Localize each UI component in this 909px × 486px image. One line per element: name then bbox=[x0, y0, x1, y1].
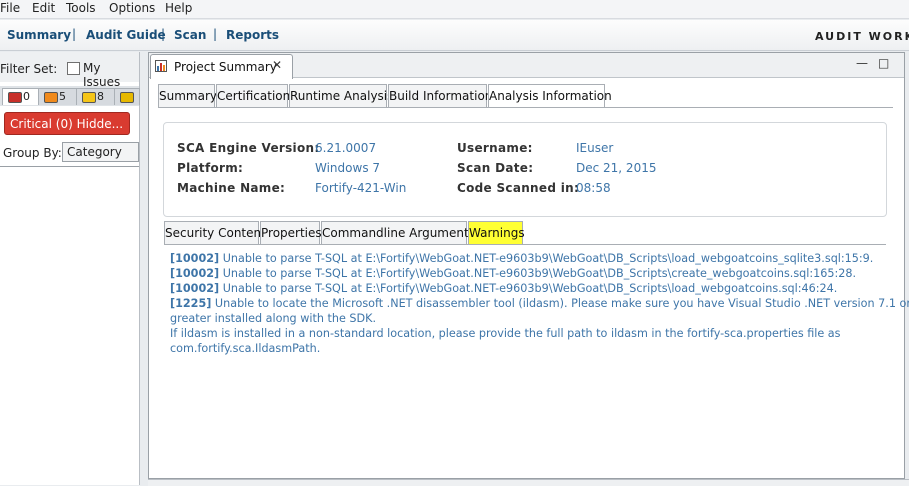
warning-text: Unable to locate the Microsoft .NET disa… bbox=[211, 297, 909, 310]
menu-tools[interactable]: Tools bbox=[66, 1, 96, 15]
warning-continuation: If ildasm is installed in a non-standard… bbox=[170, 327, 841, 340]
filter-row: Filter Set: My Issues bbox=[0, 52, 139, 89]
project-summary-tab[interactable]: Project Summary ✕ bbox=[150, 54, 293, 79]
my-issues-checkbox[interactable] bbox=[67, 62, 80, 75]
warning-line: [10002] Unable to parse T-SQL at E:\Fort… bbox=[170, 266, 890, 281]
nav-scan[interactable]: Scan bbox=[174, 28, 206, 42]
menu-bar: File Edit Tools Options Help bbox=[0, 0, 909, 19]
username-label: Username: bbox=[457, 141, 533, 155]
nav-reports[interactable]: Reports bbox=[226, 28, 279, 42]
code-scanned-value: 08:58 bbox=[576, 181, 611, 195]
tab-commandline-arguments[interactable]: Commandline Arguments bbox=[321, 221, 475, 244]
menu-edit[interactable]: Edit bbox=[32, 1, 55, 15]
minimize-icon[interactable]: — bbox=[856, 56, 868, 70]
severity-count: 8 bbox=[97, 90, 104, 103]
warning-continuation: com.fortify.sca.IldasmPath. bbox=[170, 342, 321, 355]
scan-date-value: Dec 21, 2015 bbox=[576, 161, 657, 175]
tab-certification[interactable]: Certification bbox=[216, 84, 290, 107]
severity-tab-low[interactable] bbox=[114, 88, 140, 105]
machine-name-label: Machine Name: bbox=[177, 181, 286, 195]
divider bbox=[0, 166, 139, 167]
view-tab-bar: Project Summary ✕ — □ bbox=[149, 53, 904, 79]
sca-engine-version-value: 6.21.0007 bbox=[315, 141, 377, 155]
severity-count: 5 bbox=[59, 90, 66, 103]
critical-filter-button[interactable]: Critical (0) Hidde... bbox=[4, 112, 130, 135]
warning-line: [10002] Unable to parse T-SQL at E:\Fort… bbox=[170, 281, 890, 296]
warning-code: [10002] bbox=[170, 267, 220, 280]
tab-analysis-information[interactable]: Analysis Information bbox=[488, 84, 612, 108]
nav-separator: | bbox=[72, 27, 77, 41]
summary-tabs: Summary Certification Runtime Analysis B… bbox=[158, 84, 898, 108]
brand-title: AUDIT WORK bbox=[815, 30, 909, 43]
menu-help[interactable]: Help bbox=[165, 1, 192, 15]
tab-summary[interactable]: Summary bbox=[158, 84, 217, 107]
severity-tabs: 0 5 8 bbox=[0, 86, 140, 106]
filter-set-label: Filter Set: bbox=[0, 62, 58, 76]
severity-tab-medium[interactable]: 8 bbox=[76, 88, 115, 105]
warnings-list: [10002] Unable to parse T-SQL at E:\Fort… bbox=[170, 251, 909, 356]
platform-value: Windows 7 bbox=[315, 161, 381, 175]
critical-severity-icon bbox=[8, 92, 22, 103]
view-title: Project Summary bbox=[174, 60, 277, 74]
severity-count: 0 bbox=[23, 90, 30, 103]
nav-summary[interactable]: Summary bbox=[7, 28, 71, 42]
scan-date-label: Scan Date: bbox=[457, 161, 534, 175]
project-summary-icon bbox=[155, 60, 167, 72]
tab-warnings[interactable]: Warnings bbox=[468, 221, 525, 245]
severity-tab-critical[interactable]: 0 bbox=[2, 88, 39, 105]
warning-text: Unable to parse T-SQL at E:\Fortify\WebG… bbox=[219, 252, 874, 265]
perspective-nav-bar: Summary | Audit Guide | Scan | Reports A… bbox=[0, 20, 909, 51]
high-severity-icon bbox=[44, 92, 58, 103]
warning-code: [10002] bbox=[170, 252, 220, 265]
sub-tab-underline bbox=[164, 244, 886, 245]
medium-severity-icon bbox=[82, 92, 96, 103]
maximize-icon[interactable]: □ bbox=[878, 56, 889, 70]
warning-continuation: greater installed along with the SDK. bbox=[170, 312, 377, 325]
tab-build-information[interactable]: Build Information bbox=[388, 84, 492, 107]
issues-panel: Filter Set: My Issues 0 5 8 Critical (0)… bbox=[0, 52, 140, 485]
analysis-info-box: SCA Engine Version: 6.21.0007 Platform: … bbox=[163, 122, 887, 217]
nav-separator: | bbox=[213, 27, 218, 41]
tab-underline bbox=[158, 107, 893, 108]
nav-audit-guide[interactable]: Audit Guide bbox=[86, 28, 166, 42]
code-scanned-label: Code Scanned in: bbox=[457, 181, 580, 195]
group-by-label: Group By: bbox=[3, 146, 62, 160]
tab-runtime-analysis[interactable]: Runtime Analysis bbox=[289, 84, 393, 107]
warning-text: Unable to parse T-SQL at E:\Fortify\WebG… bbox=[219, 282, 838, 295]
warning-code: [10002] bbox=[170, 282, 220, 295]
menu-options[interactable]: Options bbox=[109, 1, 155, 15]
machine-name-value: Fortify-421-Win bbox=[315, 181, 407, 195]
close-icon[interactable]: ✕ bbox=[272, 58, 282, 72]
project-summary-view: Project Summary ✕ — □ Summary Certificat… bbox=[148, 52, 909, 479]
warning-code: [1225] bbox=[170, 297, 212, 310]
warning-line: [10002] Unable to parse T-SQL at E:\Fort… bbox=[170, 251, 890, 266]
warning-line: [1225] Unable to locate the Microsoft .N… bbox=[170, 296, 909, 311]
tab-properties[interactable]: Properties bbox=[260, 221, 322, 244]
severity-tab-high[interactable]: 5 bbox=[38, 88, 77, 105]
group-by-select[interactable]: Category bbox=[62, 142, 139, 162]
nav-separator: | bbox=[161, 27, 166, 41]
sca-engine-version-label: SCA Engine Version: bbox=[177, 141, 320, 155]
username-value: IEuser bbox=[576, 141, 614, 155]
my-issues-label[interactable]: My Issues bbox=[83, 61, 139, 89]
menu-file[interactable]: File bbox=[0, 1, 20, 15]
analysis-sub-tabs: Security Content Properties Commandline … bbox=[164, 221, 894, 245]
tab-security-content[interactable]: Security Content bbox=[164, 221, 266, 244]
platform-label: Platform: bbox=[177, 161, 244, 175]
low-severity-icon bbox=[120, 92, 134, 103]
warning-text: Unable to parse T-SQL at E:\Fortify\WebG… bbox=[219, 267, 857, 280]
